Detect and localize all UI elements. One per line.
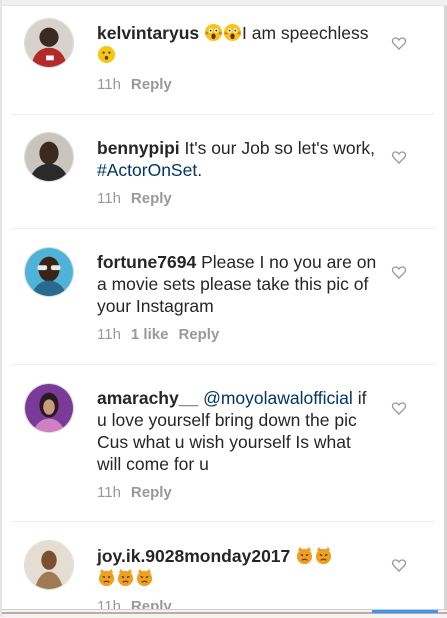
- comment-text: bennypipi It's our Job so let's work, #A…: [97, 137, 377, 181]
- divider: [12, 521, 434, 522]
- comment-meta: 11h 1 like Reply: [97, 326, 219, 343]
- reply-button[interactable]: Reply: [131, 190, 172, 207]
- comment-meta: 11h Reply: [97, 76, 172, 93]
- comment-username[interactable]: amarachy__: [97, 388, 198, 408]
- comment-time: 11h: [97, 484, 121, 501]
- comments-panel: kelvintaryus I am speechless 11h Reply be…: [0, 0, 447, 618]
- likes-count[interactable]: 1 like: [131, 326, 169, 343]
- top-edge: [2, 0, 447, 6]
- pouting-cat-emoji-icon: [116, 568, 135, 587]
- avatar[interactable]: [24, 18, 74, 68]
- hashtag-link[interactable]: #ActorOnSet: [97, 160, 197, 180]
- reply-button[interactable]: Reply: [131, 76, 172, 93]
- scream-emoji-icon: [204, 23, 223, 42]
- hushed-face-emoji-icon: [97, 45, 116, 64]
- avatar[interactable]: [24, 383, 74, 433]
- reply-button[interactable]: Reply: [178, 326, 219, 343]
- mention-link[interactable]: @moyolawalofficial: [203, 388, 353, 408]
- pouting-cat-emoji-icon: [314, 546, 333, 565]
- pouting-cat-emoji-icon: [135, 568, 154, 587]
- heart-outline-icon[interactable]: [391, 400, 407, 416]
- heart-outline-icon[interactable]: [391, 35, 407, 51]
- reply-button[interactable]: Reply: [131, 484, 172, 501]
- comment-time: 11h: [97, 190, 121, 207]
- comment-meta: 11h Reply: [97, 484, 172, 501]
- comment-username[interactable]: joy.ik.9028monday2017: [97, 546, 290, 566]
- comment-text: joy.ik.9028monday2017: [97, 545, 367, 589]
- scroll-indicator: [372, 610, 438, 613]
- divider: [12, 364, 434, 365]
- divider: [12, 228, 434, 229]
- avatar[interactable]: [24, 247, 74, 297]
- avatar[interactable]: [24, 132, 74, 182]
- heart-outline-icon[interactable]: [391, 557, 407, 573]
- heart-outline-icon[interactable]: [391, 264, 407, 280]
- pouting-cat-emoji-icon: [97, 568, 116, 587]
- comment-text: kelvintaryus I am speechless: [97, 22, 377, 66]
- comment-username[interactable]: kelvintaryus: [97, 23, 199, 43]
- comment-meta: 11h Reply: [97, 190, 172, 207]
- comment-username[interactable]: fortune7694: [97, 252, 196, 272]
- heart-outline-icon[interactable]: [391, 149, 407, 165]
- comment-text: amarachy__ @moyolawalofficial if u love …: [97, 387, 377, 475]
- comment-body-end: .: [197, 160, 203, 180]
- scream-emoji-icon: [223, 23, 242, 42]
- comment-body: I am speechless: [242, 23, 369, 43]
- comment-time: 11h: [97, 326, 121, 343]
- comment-text: fortune7694 Please I no you are on a mov…: [97, 251, 377, 317]
- comment-body: It's our Job so let's work,: [184, 138, 376, 158]
- comment-time: 11h: [97, 76, 121, 93]
- divider: [12, 114, 434, 115]
- comment-username[interactable]: bennypipi: [97, 138, 180, 158]
- pouting-cat-emoji-icon: [295, 546, 314, 565]
- avatar[interactable]: [24, 540, 74, 590]
